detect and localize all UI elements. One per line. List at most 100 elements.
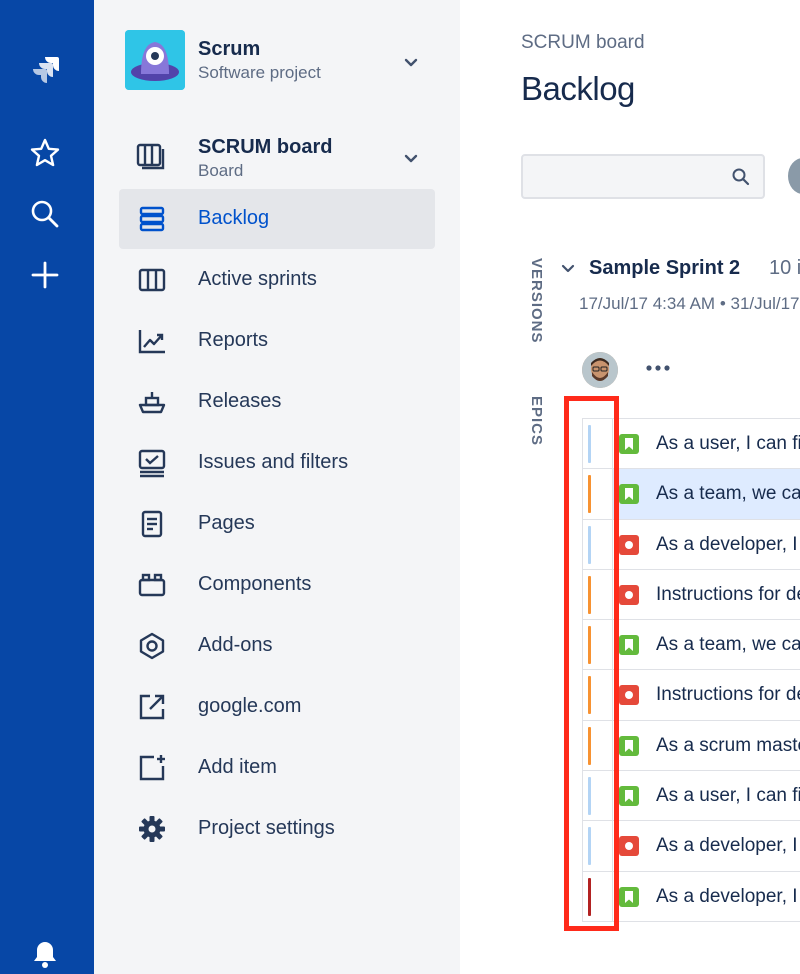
sidebar-item-label: Backlog <box>198 207 270 229</box>
issue-row[interactable]: As a scrum master, I can see the progres… <box>582 720 800 772</box>
sprint-dates: 17/Jul/17 4:34 AM • 31/Jul/17 4:54 AM <box>579 294 800 313</box>
sidebar-item-label: Reports <box>198 329 269 351</box>
story-icon <box>619 886 639 907</box>
sidebar-item-active-sprints[interactable]: Active sprints <box>119 250 435 310</box>
board-title: SCRUM board <box>198 136 333 158</box>
search-icon[interactable] <box>27 196 63 232</box>
story-icon <box>619 434 639 454</box>
epic-color-bar <box>588 726 591 765</box>
drag-handle[interactable] <box>583 419 613 469</box>
issue-summary: As a team, we can finish the sprint by c… <box>656 483 800 505</box>
settings-icon <box>136 814 168 844</box>
page-title: Backlog <box>521 70 635 107</box>
drag-handle[interactable] <box>583 871 613 921</box>
issue-summary: As a developer, I can update story <box>656 885 800 907</box>
epic-color-bar <box>588 877 591 916</box>
sidebar-item-google-com[interactable]: google.com <box>119 677 435 737</box>
drag-handle[interactable] <box>583 620 613 670</box>
sidebar-item-backlog[interactable]: Backlog <box>119 189 435 249</box>
bell-icon[interactable] <box>27 936 63 972</box>
issue-summary: As a developer, I can update details <box>656 835 800 857</box>
issue-row[interactable]: As a user, I can find important items on… <box>582 419 800 470</box>
active-sprints-icon <box>136 265 168 295</box>
story-icon <box>619 635 639 656</box>
global-navigation <box>0 0 94 974</box>
issue-row[interactable]: As a developer, I can update story and t… <box>582 519 800 570</box>
project-avatar-icon[interactable] <box>125 30 185 90</box>
issue-summary: As a team, we can finish the sprint <box>656 634 800 656</box>
user-avatar[interactable] <box>788 158 800 194</box>
project-name[interactable]: Scrum <box>198 38 260 61</box>
sidebar-item-label: Project settings <box>198 817 335 839</box>
add-ons-icon <box>136 631 168 661</box>
components-icon <box>136 570 168 600</box>
sidebar-item-reports[interactable]: Reports <box>119 311 435 371</box>
sidebar-item-pages[interactable]: Pages <box>119 494 435 554</box>
bug-icon <box>619 685 639 706</box>
plus-icon[interactable] <box>27 257 63 293</box>
issues-icon <box>136 448 168 478</box>
drag-handle[interactable] <box>583 670 613 720</box>
issue-summary: As a user, I can find important items on… <box>656 433 800 454</box>
board-icon <box>136 140 166 170</box>
sidebar-item-add-item[interactable]: Add item <box>119 738 435 798</box>
issue-summary: As a developer, I can update story and t… <box>656 533 800 555</box>
tab-versions[interactable]: VERSIONS <box>528 258 545 344</box>
issue-row[interactable]: As a team, we can finish the sprint by c… <box>582 469 800 520</box>
epic-color-bar <box>588 525 591 564</box>
drag-handle[interactable] <box>583 469 613 519</box>
sidebar-item-components[interactable]: Components <box>119 555 435 615</box>
sidebar-item-project-settings[interactable]: Project settings <box>119 799 435 859</box>
more-options-icon[interactable] <box>644 356 672 380</box>
sidebar-item-label: Releases <box>198 390 282 412</box>
drag-handle[interactable] <box>583 821 613 871</box>
chevron-down-icon[interactable] <box>399 50 423 74</box>
epic-color-bar <box>588 777 591 816</box>
board-selector[interactable]: SCRUM board Board <box>118 128 436 182</box>
drag-handle[interactable] <box>583 519 613 569</box>
epic-color-bar <box>588 425 591 463</box>
issue-row[interactable]: As a developer, I can update story <box>582 871 800 922</box>
sidebar-item-issues-and-filters[interactable]: Issues and filters <box>119 433 435 493</box>
sidebar-item-label: Add-ons <box>198 634 273 656</box>
sprint-issue-count: 10 issues <box>769 257 800 279</box>
search-input[interactable] <box>531 164 721 190</box>
add-item-icon <box>136 753 168 783</box>
sidebar-item-releases[interactable]: Releases <box>119 372 435 432</box>
tab-epics[interactable]: EPICS <box>528 396 545 446</box>
epic-color-bar <box>588 676 591 715</box>
issue-row[interactable]: As a user, I can find important items <box>582 771 800 822</box>
chevron-down-icon[interactable] <box>399 146 423 170</box>
chevron-down-icon[interactable] <box>558 258 578 278</box>
sidebar-item-label: Active sprints <box>198 268 317 290</box>
epic-color-bar <box>588 626 591 665</box>
issue-summary: Instructions for deleting this sample bo… <box>656 583 800 605</box>
project-type: Software project <box>198 63 321 82</box>
issue-row[interactable]: Instructions for deleting this sample bo… <box>582 670 800 721</box>
releases-icon <box>136 387 168 417</box>
issue-list: As a user, I can find important items on… <box>582 418 800 922</box>
story-icon <box>619 484 639 505</box>
jira-logo-icon[interactable] <box>27 52 63 88</box>
drag-handle[interactable] <box>583 771 613 821</box>
sidebar-item-label: Add item <box>198 756 277 778</box>
sidebar-item-add-ons[interactable]: Add-ons <box>119 616 435 676</box>
sidebar-item-label: Issues and filters <box>198 451 349 473</box>
search-box <box>521 154 765 199</box>
sidebar-item-label: Pages <box>198 512 255 534</box>
story-icon <box>619 735 639 756</box>
sprint-name[interactable]: Sample Sprint 2 <box>589 257 740 280</box>
bug-icon <box>619 836 639 857</box>
drag-handle[interactable] <box>583 569 613 620</box>
issue-row[interactable]: Instructions for deleting this sample bo… <box>582 569 800 621</box>
star-icon[interactable] <box>27 135 63 171</box>
assignee-avatar[interactable] <box>582 352 618 388</box>
issue-row[interactable]: As a developer, I can update details <box>582 821 800 872</box>
drag-handle[interactable] <box>583 720 613 771</box>
search-icon <box>732 168 750 186</box>
reports-icon <box>136 326 168 356</box>
project-sidebar: Scrum Software project SCRUM board Board… <box>94 0 460 974</box>
breadcrumb[interactable]: SCRUM board <box>521 32 645 54</box>
main-content: SCRUM board Backlog VERSIONS EPICS Sampl… <box>460 0 800 974</box>
issue-row[interactable]: As a team, we can finish the sprint <box>582 620 800 671</box>
